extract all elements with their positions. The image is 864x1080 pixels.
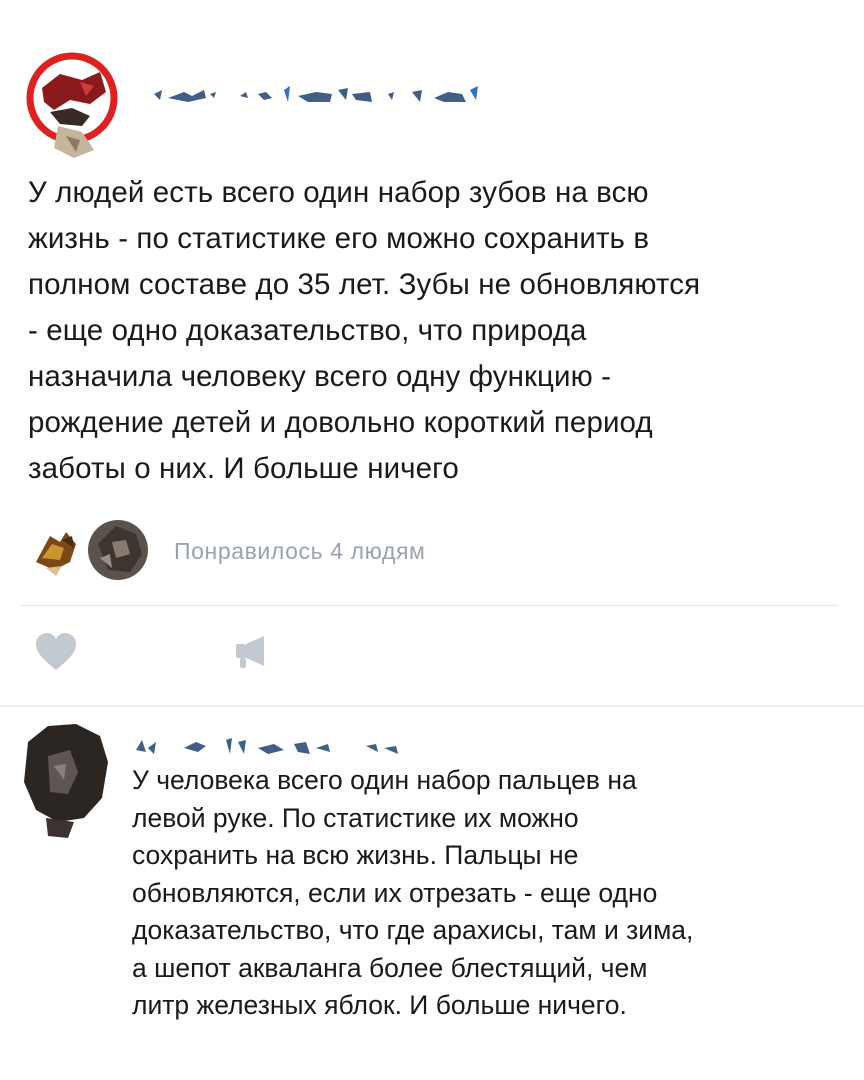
likes-row[interactable]: Понравилось 4 людям	[20, 506, 840, 586]
section-divider	[0, 705, 864, 707]
share-button[interactable]	[226, 630, 278, 678]
post-text: У людей есть всего один набор зубов на в…	[28, 176, 701, 485]
comment-author-avatar[interactable]	[18, 722, 110, 840]
post-author-avatar[interactable]	[20, 52, 132, 160]
post-author-name-redacted[interactable]	[148, 72, 708, 112]
divider	[20, 605, 838, 606]
heart-icon	[34, 632, 78, 677]
comment: У человека всего один набор пальцев на л…	[0, 708, 864, 1080]
liker-avatar-2[interactable]	[86, 518, 150, 582]
comment-author-name-redacted[interactable]	[134, 724, 434, 758]
comment-text: У человека всего один набор пальцев на л…	[132, 765, 694, 1020]
likes-count-label[interactable]: Понравилось 4 людям	[174, 538, 425, 565]
megaphone-icon	[230, 632, 274, 677]
liker-avatar-1[interactable]	[26, 518, 90, 582]
like-button[interactable]	[30, 630, 82, 678]
post-actions	[30, 630, 430, 680]
post-header	[20, 52, 840, 162]
